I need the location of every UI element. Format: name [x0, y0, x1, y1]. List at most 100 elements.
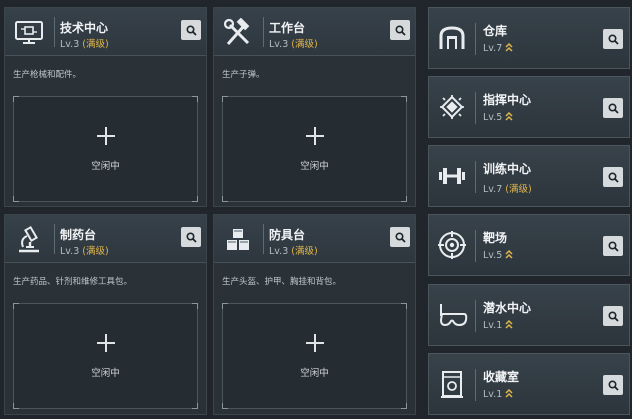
add-icon — [96, 333, 116, 357]
workshop-level: Lv.3 (满级) — [269, 246, 318, 257]
facility-level: Lv.7 — [483, 42, 513, 55]
upgrade-chevron-icon — [505, 319, 513, 332]
workshop-level: Lv.3 (满级) — [60, 246, 109, 257]
slot-status: 空闲中 — [300, 161, 329, 172]
display-case-icon — [435, 367, 469, 401]
max-level-tag: (满级) — [82, 39, 109, 50]
header-divider — [475, 230, 476, 262]
upgrade-chevron-icon — [505, 249, 513, 262]
search-icon — [607, 376, 619, 395]
search-button[interactable] — [603, 167, 623, 187]
workshop-description: 生产头盔、护甲、胸挂和背包。 — [222, 277, 342, 287]
max-level-tag: (满级) — [505, 184, 532, 195]
facility-level: Lv.5 — [483, 111, 513, 124]
header-divider — [475, 161, 476, 193]
search-icon — [607, 237, 619, 256]
facility-card-warehouse[interactable]: 仓库 Lv.7 — [428, 7, 630, 69]
production-slot[interactable]: 空闲中 — [222, 96, 407, 202]
search-button[interactable] — [181, 20, 201, 40]
workshop-description: 生产枪械和配件。 — [13, 70, 82, 80]
add-icon — [305, 126, 325, 150]
header-divider — [263, 224, 264, 254]
header-divider — [54, 17, 55, 47]
facility-level: Lv.7 (满级) — [483, 184, 532, 195]
workshop-level: Lv.3 (满级) — [269, 39, 318, 50]
search-icon — [185, 228, 197, 247]
max-level-tag: (满级) — [82, 246, 109, 257]
header-divider — [54, 224, 55, 254]
workshop-header: 防具台 Lv.3 (满级) — [214, 215, 415, 263]
search-icon — [607, 307, 619, 326]
search-icon — [607, 99, 619, 118]
search-icon — [607, 30, 619, 49]
header-divider — [475, 369, 476, 401]
facility-title: 训练中心 — [483, 162, 532, 176]
facility-level: Lv.1 — [483, 388, 513, 401]
facility-level: Lv.5 — [483, 249, 513, 262]
facility-title: 收藏室 — [483, 370, 520, 384]
facility-title: 靶场 — [483, 231, 508, 245]
workshop-description: 生产子弹。 — [222, 70, 265, 80]
production-slot[interactable]: 空闲中 — [222, 303, 407, 409]
search-button[interactable] — [181, 227, 201, 247]
search-button[interactable] — [603, 29, 623, 49]
header-divider — [475, 92, 476, 124]
workshop-card-armor-bench[interactable]: 防具台 Lv.3 (满级) 生产头盔、护甲、胸挂和背包。 空闲中 — [213, 214, 416, 415]
search-button[interactable] — [390, 227, 410, 247]
slot-status: 空闲中 — [91, 161, 120, 172]
facility-card-command-center[interactable]: 指挥中心 Lv.5 — [428, 76, 630, 138]
workshop-card-workbench[interactable]: 工作台 Lv.3 (满级) 生产子弹。 空闲中 — [213, 7, 416, 207]
facility-card-training-center[interactable]: 训练中心 Lv.7 (满级) — [428, 145, 630, 207]
header-divider — [263, 17, 264, 47]
search-icon — [394, 228, 406, 247]
search-button[interactable] — [390, 20, 410, 40]
workshop-header: 技术中心 Lv.3 (满级) — [5, 8, 206, 56]
upgrade-chevron-icon — [505, 42, 513, 55]
max-level-tag: (满级) — [291, 246, 318, 257]
upgrade-chevron-icon — [505, 111, 513, 124]
add-icon — [96, 126, 116, 150]
facility-title: 仓库 — [483, 24, 508, 38]
diving-mask-icon — [435, 298, 469, 332]
search-button[interactable] — [603, 306, 623, 326]
workshop-card-tech-center[interactable]: 技术中心 Lv.3 (满级) 生产枪械和配件。 空闲中 — [4, 7, 207, 207]
workshop-title: 技术中心 — [60, 21, 109, 35]
search-icon — [185, 21, 197, 40]
workshop-header: 工作台 Lv.3 (满级) — [214, 8, 415, 56]
slot-status: 空闲中 — [300, 368, 329, 379]
slot-status: 空闲中 — [91, 368, 120, 379]
facility-title: 潜水中心 — [483, 301, 532, 315]
workshop-title: 防具台 — [269, 228, 306, 242]
production-slot[interactable]: 空闲中 — [13, 96, 198, 202]
workshop-level: Lv.3 (满级) — [60, 39, 109, 50]
search-icon — [607, 168, 619, 187]
facility-card-collection-room[interactable]: 收藏室 Lv.1 — [428, 353, 630, 415]
facility-level: Lv.1 — [483, 319, 513, 332]
workshop-card-pharmacy[interactable]: 制药台 Lv.3 (满级) 生产药品、针剂和维修工具包。 空闲中 — [4, 214, 207, 415]
monitor-cpu-icon — [11, 16, 47, 50]
target-icon — [435, 228, 469, 262]
workshop-title: 制药台 — [60, 228, 97, 242]
production-slot[interactable]: 空闲中 — [13, 303, 198, 409]
command-chip-icon — [435, 90, 469, 124]
header-divider — [475, 23, 476, 55]
add-icon — [305, 333, 325, 357]
workshop-title: 工作台 — [269, 21, 306, 35]
workshop-header: 制药台 Lv.3 (满级) — [5, 215, 206, 263]
facility-card-diving-center[interactable]: 潜水中心 Lv.1 — [428, 284, 630, 346]
hammer-wrench-icon — [220, 16, 256, 50]
search-button[interactable] — [603, 236, 623, 256]
workshop-description: 生产药品、针剂和维修工具包。 — [13, 277, 133, 287]
max-level-tag: (满级) — [291, 39, 318, 50]
cubes-icon — [220, 223, 256, 257]
microscope-icon — [11, 223, 47, 257]
warehouse-icon — [435, 21, 469, 55]
facility-card-shooting-range[interactable]: 靶场 Lv.5 — [428, 214, 630, 276]
facility-title: 指挥中心 — [483, 93, 532, 107]
header-divider — [475, 300, 476, 332]
upgrade-chevron-icon — [505, 388, 513, 401]
search-icon — [394, 21, 406, 40]
search-button[interactable] — [603, 375, 623, 395]
dumbbell-icon — [435, 159, 469, 193]
search-button[interactable] — [603, 98, 623, 118]
